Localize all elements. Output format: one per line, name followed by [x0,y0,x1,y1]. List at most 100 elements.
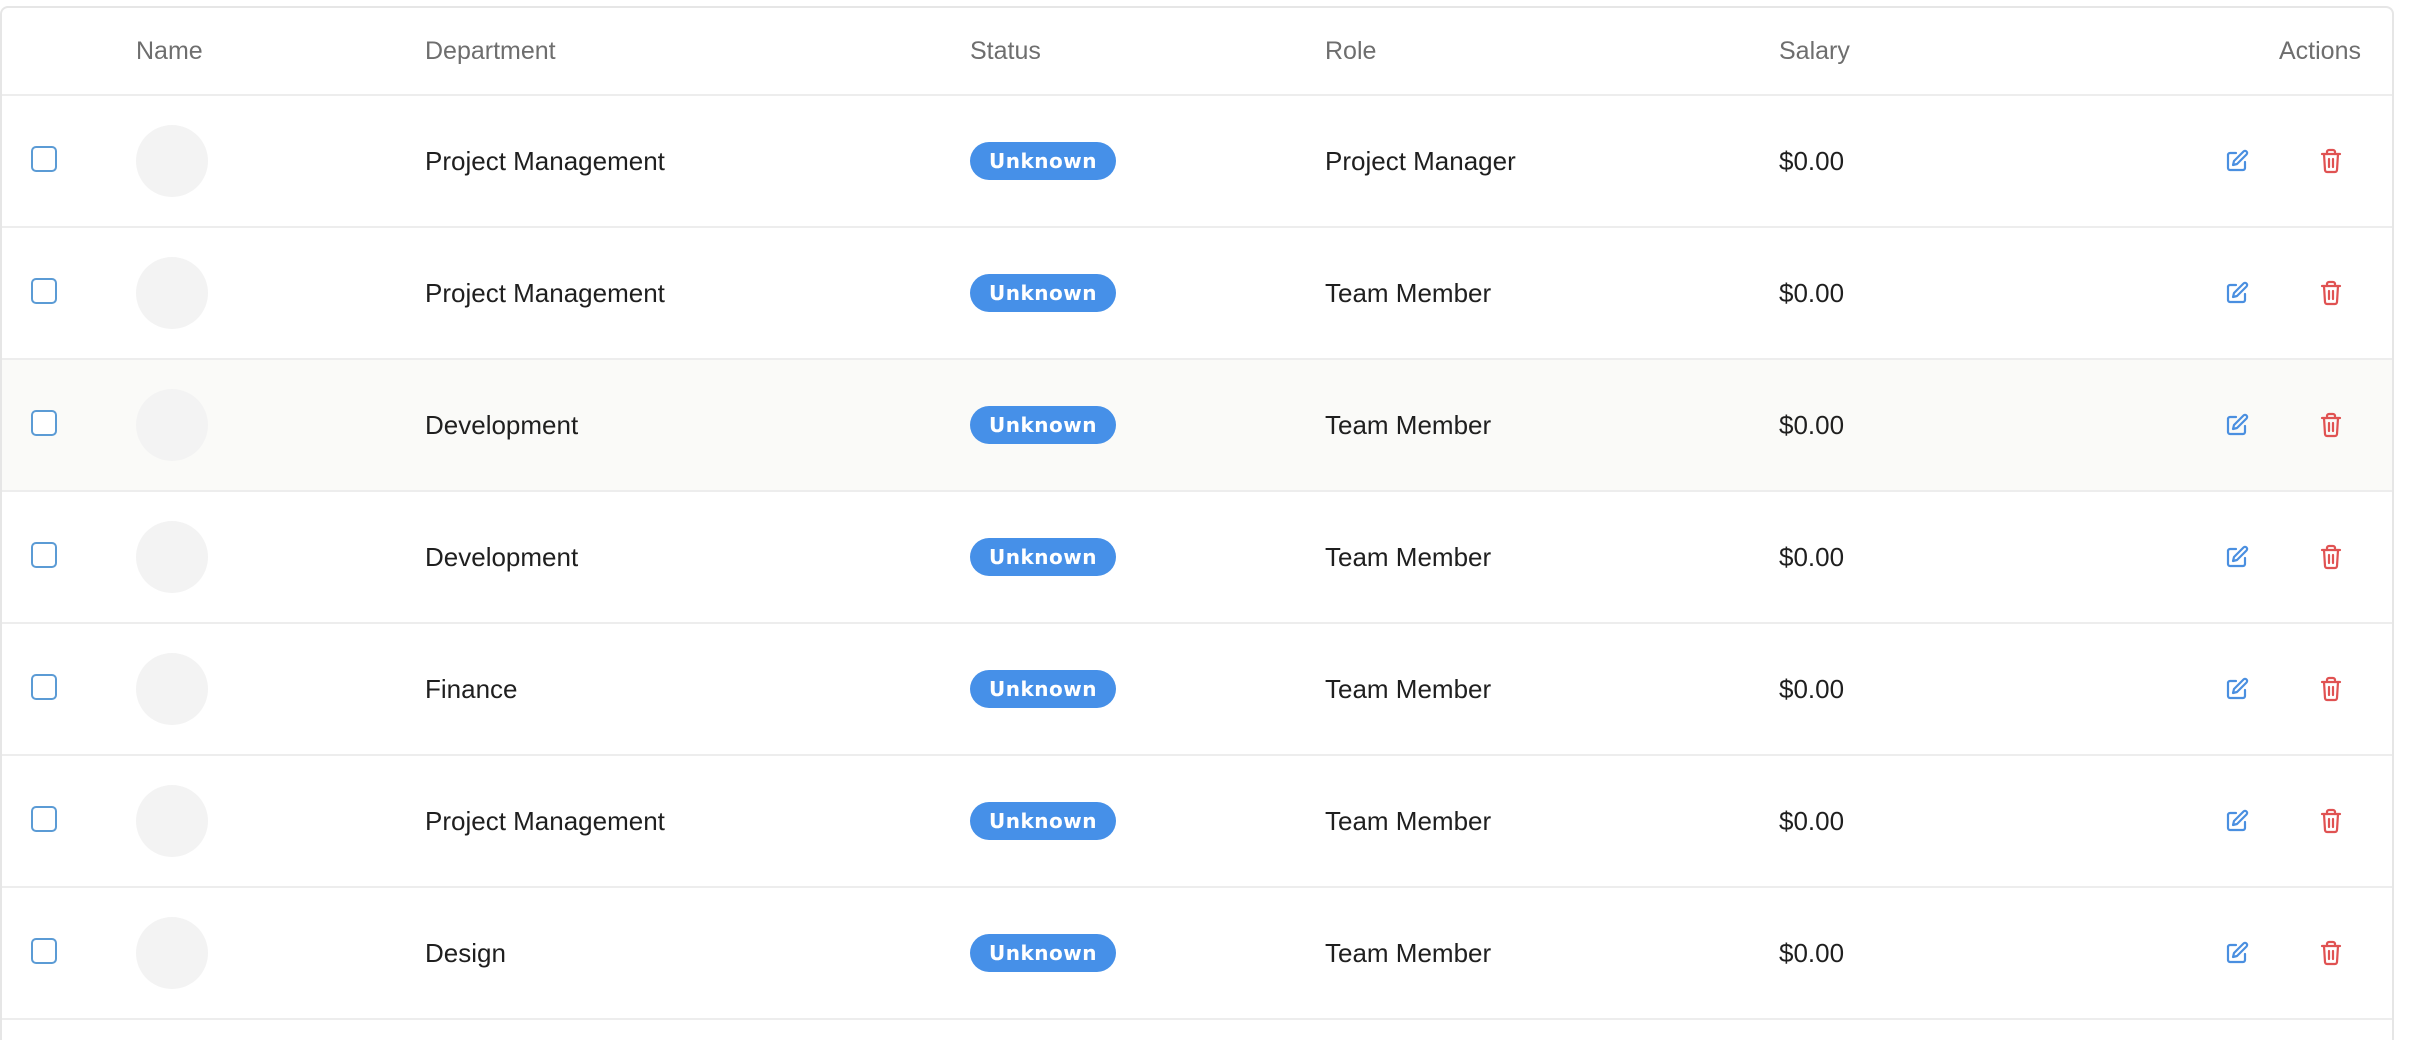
delete-button[interactable] [2313,275,2349,311]
role-cell: Team Member [1325,673,1492,704]
delete-button[interactable] [2313,671,2349,707]
status-cell: Unknown [970,624,1116,754]
actions-cell [2219,228,2349,358]
table-row[interactable]: Project Management Unknown Team Member $0.0… [2,228,2392,360]
edit-icon [2225,809,2249,833]
column-header-status[interactable]: Status [970,8,1041,94]
column-header-actions: Actions [2279,37,2361,65]
actions-cell [2219,624,2349,754]
department-cell: Development [425,541,579,572]
avatar [136,125,208,197]
table-row[interactable]: Design Unknown Team Member $0.00 [2,888,2392,1020]
name-cell [136,756,208,886]
name-cell [136,96,208,226]
row-select-checkbox[interactable] [31,542,57,568]
status-cell: Unknown [970,228,1116,358]
trash-icon [2319,940,2343,966]
status-badge: Unknown [970,142,1116,180]
row-select-checkbox[interactable] [31,938,57,964]
row-select-checkbox[interactable] [31,278,57,304]
role-cell: Team Member [1325,409,1492,440]
avatar [136,389,208,461]
status-cell: Unknown [970,96,1116,226]
department-cell: Design [425,937,506,968]
row-select-cell [31,888,57,1018]
edit-icon [2225,545,2249,569]
status-badge: Unknown [970,274,1116,312]
delete-button[interactable] [2313,539,2349,575]
table-row[interactable]: Development Unknown Team Member $0.00 [2,360,2392,492]
edit-button[interactable] [2219,935,2255,971]
table-row[interactable]: Finance Unknown Team Member $0.00 [2,624,2392,756]
edit-icon [2225,281,2249,305]
department-cell: Project Management [425,277,665,308]
actions-cell [2219,756,2349,886]
salary-cell: $0.00 [1779,541,1845,572]
column-header-salary[interactable]: Salary [1779,8,1850,94]
edit-button[interactable] [2219,803,2255,839]
actions-cell [2219,888,2349,1018]
table-body: Project Management Unknown Project Manager… [2,96,2392,1020]
row-select-checkbox[interactable] [31,410,57,436]
edit-button[interactable] [2219,275,2255,311]
trash-icon [2319,412,2343,438]
salary-cell: $0.00 [1779,409,1845,440]
role-cell: Team Member [1325,277,1492,308]
avatar [136,785,208,857]
column-header-department[interactable]: Department [425,8,556,94]
name-cell [136,492,208,622]
employee-table: Name Department Status Role Salary Actio… [0,6,2394,1040]
column-header-name[interactable]: Name [136,8,203,94]
row-select-checkbox[interactable] [31,146,57,172]
salary-cell: $0.00 [1779,805,1845,836]
table-row[interactable]: Development Unknown Team Member $0.00 [2,492,2392,624]
name-cell [136,624,208,754]
row-select-cell [31,228,57,358]
edit-button[interactable] [2219,143,2255,179]
status-badge: Unknown [970,670,1116,708]
delete-button[interactable] [2313,935,2349,971]
table-row[interactable]: Project Management Unknown Team Member $0.0… [2,756,2392,888]
table-row[interactable]: Project Management Unknown Project Manager… [2,96,2392,228]
salary-cell: $0.00 [1779,673,1845,704]
salary-cell: $0.00 [1779,937,1845,968]
department-cell: Project Management [425,145,665,176]
department-cell: Project Management [425,805,665,836]
avatar [136,521,208,593]
status-badge: Unknown [970,934,1116,972]
trash-icon [2319,808,2343,834]
edit-icon [2225,149,2249,173]
row-select-cell [31,96,57,226]
delete-button[interactable] [2313,143,2349,179]
status-cell: Unknown [970,888,1116,1018]
column-header-role[interactable]: Role [1325,8,1376,94]
table-header: Name Department Status Role Salary Actio… [2,8,2392,96]
avatar [136,653,208,725]
name-cell [136,888,208,1018]
actions-cell [2219,492,2349,622]
row-select-cell [31,360,57,490]
avatar [136,917,208,989]
role-cell: Team Member [1325,805,1492,836]
trash-icon [2319,148,2343,174]
actions-cell [2219,96,2349,226]
delete-button[interactable] [2313,407,2349,443]
edit-icon [2225,413,2249,437]
status-cell: Unknown [970,756,1116,886]
department-cell: Development [425,409,579,440]
delete-button[interactable] [2313,803,2349,839]
trash-icon [2319,544,2343,570]
role-cell: Team Member [1325,937,1492,968]
salary-cell: $0.00 [1779,145,1845,176]
edit-button[interactable] [2219,407,2255,443]
row-select-checkbox[interactable] [31,674,57,700]
edit-button[interactable] [2219,539,2255,575]
row-select-checkbox[interactable] [31,806,57,832]
trash-icon [2319,280,2343,306]
edit-button[interactable] [2219,671,2255,707]
row-select-cell [31,492,57,622]
status-cell: Unknown [970,360,1116,490]
row-select-cell [31,756,57,886]
actions-cell [2219,360,2349,490]
trash-icon [2319,676,2343,702]
